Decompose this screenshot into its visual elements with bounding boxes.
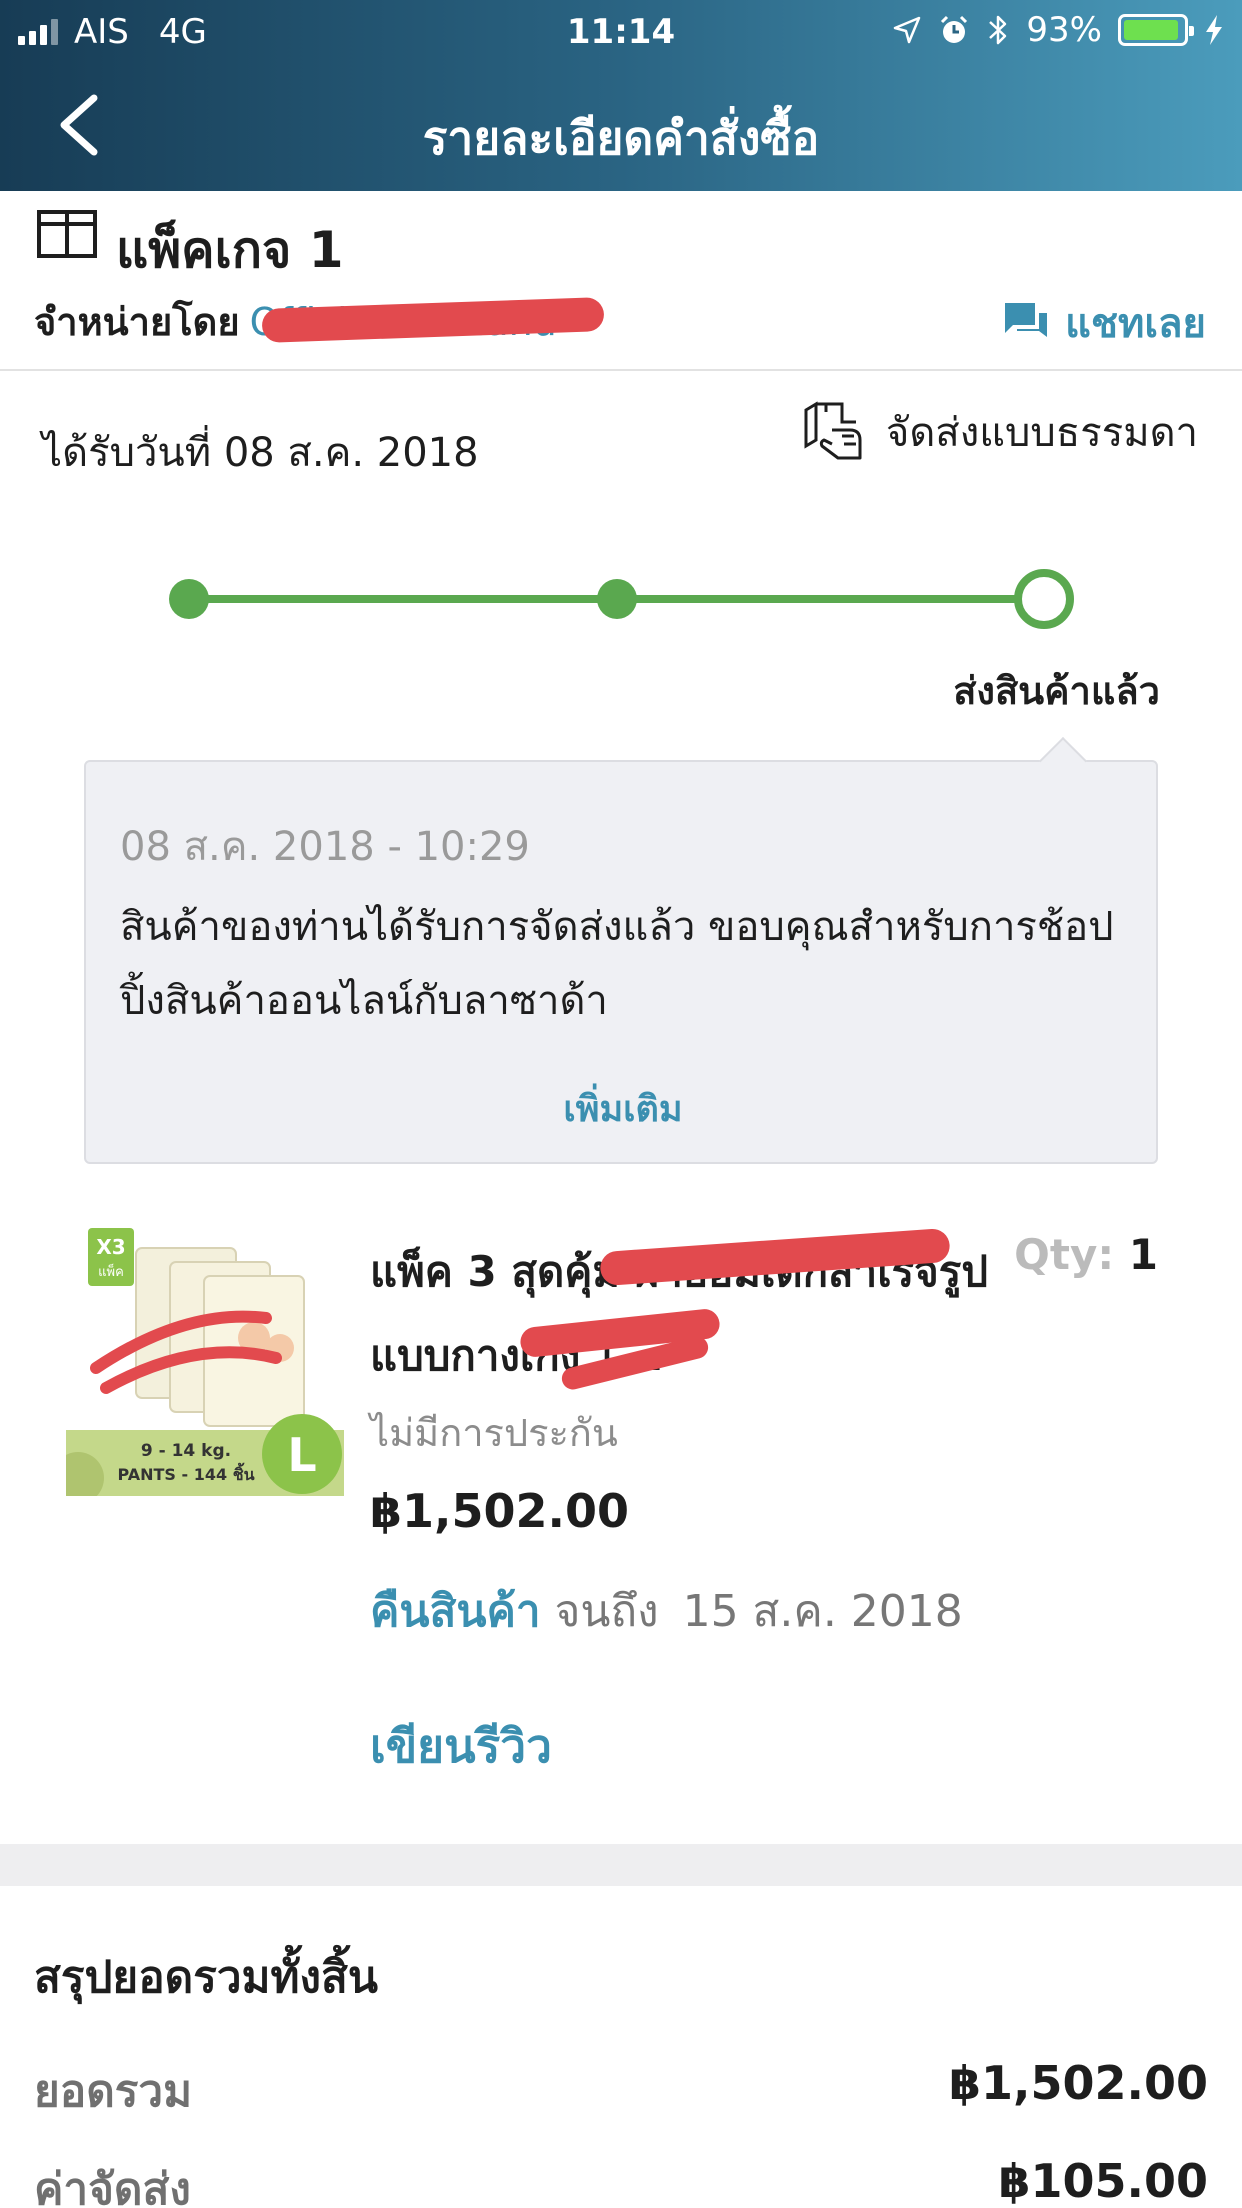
summary-title: สรุปยอดรวมทั้งสิ้น — [34, 1952, 378, 2003]
shipping-mode: จัดส่งแบบธรรมดา — [802, 400, 1198, 464]
tracking-message: สินค้าของท่านได้รับการจัดส่งแล้ว ขอบคุณส… — [120, 904, 1114, 1024]
battery-percent: 93% — [1026, 10, 1102, 50]
pants-text: PANTS - 144 ชิ้น — [117, 1462, 254, 1484]
section-divider — [0, 1844, 1242, 1886]
summary-row-value: ฿105.00 — [998, 2154, 1208, 2208]
return-info: คืนสินค้า จนถึง 15 ส.ค. 2018 — [370, 1576, 963, 1646]
nav-bar: รายละเอียดคำสั่งซื้อ — [0, 70, 1242, 190]
package-title: แพ็คเกจ 1 — [116, 221, 344, 279]
summary-row-subtotal: ยอดรวม ฿1,502.00 — [34, 2056, 1208, 2126]
current-status-label: ส่งสินค้าแล้ว — [953, 669, 1160, 713]
progress-step — [169, 579, 209, 619]
quantity: Qty: 1 — [1014, 1230, 1158, 1279]
delivery-hand-box-icon — [804, 401, 862, 460]
progress-step — [596, 579, 637, 619]
bluetooth-icon — [989, 15, 1007, 45]
summary-row-value: ฿1,502.00 — [949, 2056, 1208, 2110]
page-title: รายละเอียดคำสั่งซื้อ — [422, 111, 820, 165]
chat-label: แชทเลย — [1065, 301, 1206, 347]
status-right: 93% — [892, 10, 1224, 50]
progress-step-current — [1014, 569, 1074, 629]
warranty-text: ไม่มีการประกัน — [370, 1411, 618, 1455]
write-review-button[interactable]: เขียนรีวิว — [370, 1710, 552, 1783]
badge-subtext: แพ็ค — [98, 1262, 124, 1280]
delivery-progress — [160, 569, 1080, 630]
summary-row-shipping: ค่าจัดส่ง ฿105.00 — [34, 2154, 1208, 2208]
weight-text: 9 - 14 kg. — [141, 1441, 231, 1461]
size-text: L — [287, 1428, 316, 1482]
battery-icon — [1118, 14, 1194, 46]
qty-value: 1 — [1128, 1230, 1158, 1279]
app-header: AIS 4G 11:14 93% รายละเอียดคำสั่งซื้อ — [0, 0, 1242, 191]
package-header: แพ็คเกจ 1 จำหน่ายโดยOfficial Thailand แช… — [0, 191, 1242, 371]
return-link[interactable]: คืนสินค้า — [370, 1586, 541, 1637]
summary-row-label: ยอดรวม — [34, 2066, 193, 2117]
tracking-detail-card: 08 ส.ค. 2018 - 10:29 สินค้าของท่านได้รับ… — [84, 736, 1160, 1164]
chat-bubble-icon — [1005, 303, 1048, 337]
tracking-timestamp: 08 ส.ค. 2018 - 10:29 — [120, 824, 530, 870]
alarm-icon — [941, 15, 968, 43]
received-date: ได้รับวันที่ 08 ส.ค. 2018 — [42, 430, 479, 476]
return-until-label: จนถึง — [554, 1586, 659, 1637]
shipping-mode-label: จัดส่งแบบธรรมดา — [885, 410, 1198, 456]
more-button[interactable]: เพิ่มเติม — [86, 1080, 1160, 1137]
return-date: 15 ส.ค. 2018 — [682, 1586, 963, 1637]
product-price: ฿1,502.00 — [370, 1484, 629, 1538]
status-bar: AIS 4G 11:14 93% — [0, 0, 1242, 62]
qty-label: Qty: — [1014, 1230, 1115, 1279]
charging-bolt-icon — [1206, 15, 1222, 45]
product-image[interactable]: X3 แพ็ค 9 - 14 kg. PANTS - 144 ชิ้น L — [66, 1218, 344, 1496]
badge-text: X3 — [96, 1235, 125, 1259]
summary-row-label: ค่าจัดส่ง — [34, 2164, 191, 2208]
package-icon — [37, 210, 97, 258]
location-arrow-icon — [894, 16, 921, 44]
sold-by-label: จำหน่ายโดย — [34, 300, 240, 344]
tooltip-arrow — [1038, 736, 1088, 786]
chat-button[interactable]: แชทเลย — [1003, 291, 1206, 355]
